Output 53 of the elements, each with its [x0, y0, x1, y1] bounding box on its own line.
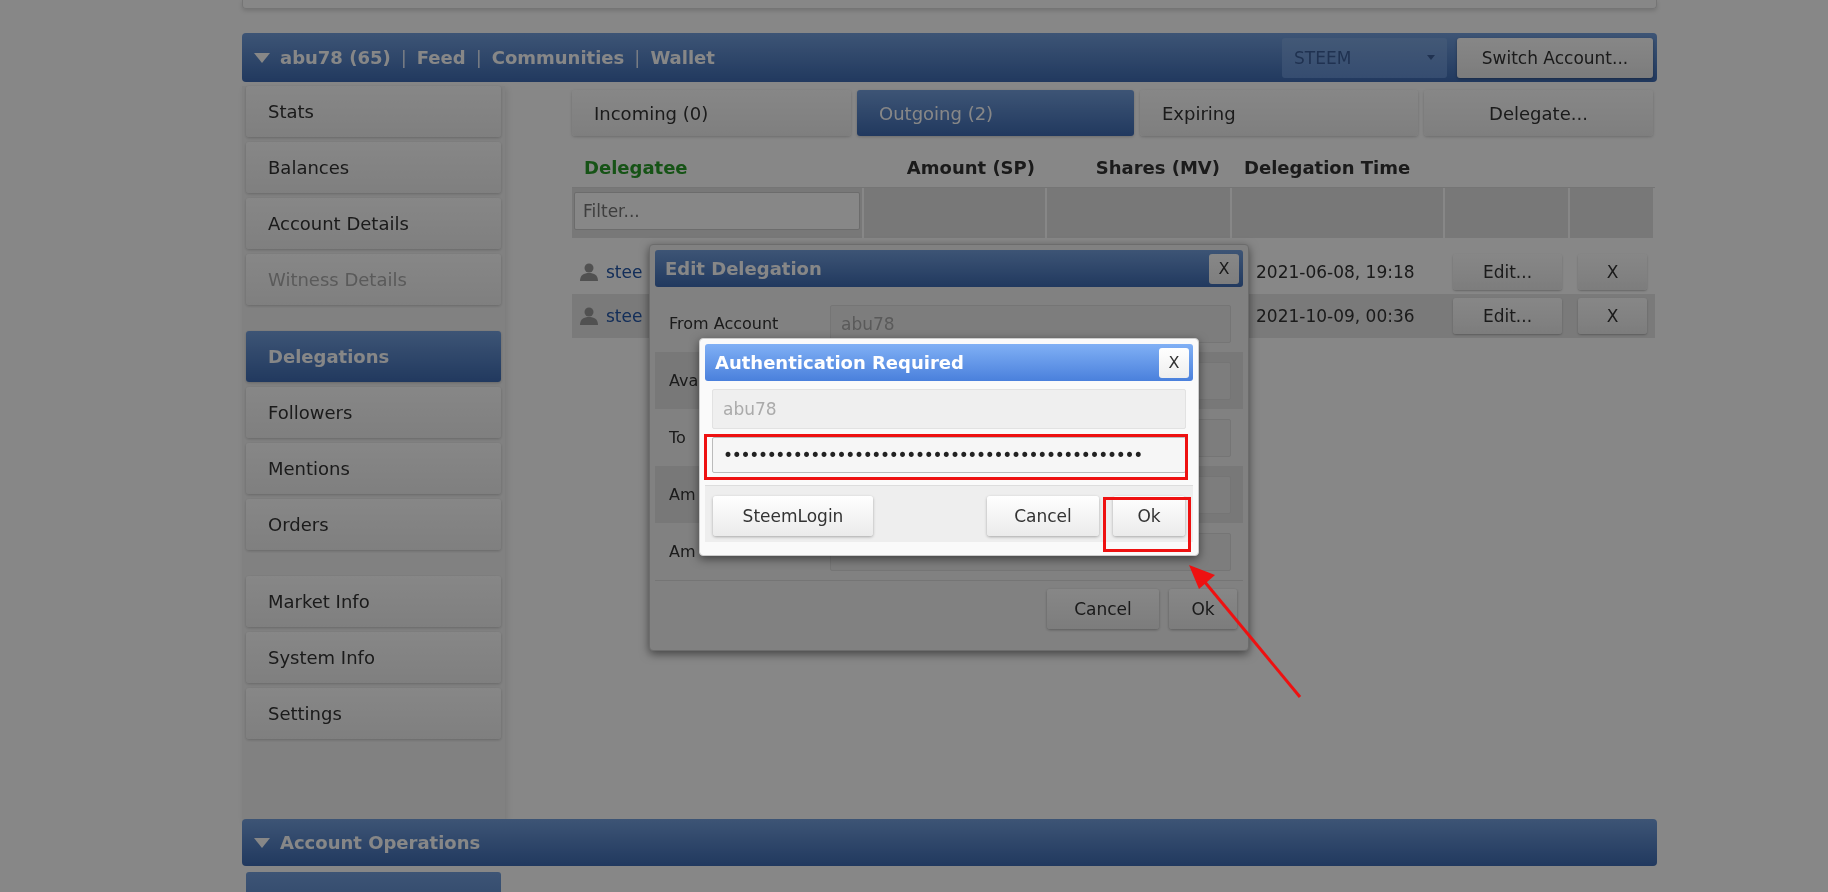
section-header[interactable]: Account Operations	[242, 819, 1657, 866]
triangle-icon	[254, 52, 270, 63]
delegatee-link[interactable]: stee	[606, 306, 643, 326]
delegate-button[interactable]: Delegate...	[1424, 90, 1653, 136]
sidebar-item[interactable]: Balances	[246, 142, 501, 193]
filter-field[interactable]: Filter...	[574, 192, 860, 230]
tab[interactable]: Expiring	[1140, 90, 1418, 136]
dialog-title: Authentication Required	[715, 352, 964, 373]
triangle-icon	[254, 837, 270, 848]
steemlogin-button[interactable]: SteemLogin	[713, 496, 873, 536]
sidebar-item[interactable]: Orders	[246, 499, 501, 550]
close-button[interactable]: X	[1209, 253, 1239, 284]
sidebar-item[interactable]: Followers	[246, 387, 501, 438]
separator: |	[475, 47, 482, 68]
field-label: Ava	[669, 371, 699, 390]
delegatee-link[interactable]: stee	[606, 262, 643, 282]
user-icon	[580, 263, 598, 281]
close-button[interactable]: X	[1159, 347, 1189, 378]
dialog-button[interactable]: Cancel	[987, 496, 1099, 536]
separator: |	[400, 47, 407, 68]
password-field[interactable]: ••••••••••••••••••••••••••••••••••••••••••••••••	[712, 437, 1186, 473]
dialog-title: Edit Delegation	[665, 258, 822, 279]
nav-link[interactable]: Communities	[491, 47, 625, 68]
dialog-button[interactable]: Cancel	[1047, 589, 1159, 629]
nav-link[interactable]: Wallet	[650, 47, 715, 68]
delegation-time: 2021-10-09, 00:36	[1256, 306, 1415, 326]
field-label: From Account	[669, 314, 779, 333]
user-icon	[580, 307, 598, 325]
sidebar-item[interactable]: Market Info	[246, 576, 501, 627]
field-label: Am	[669, 542, 696, 561]
separator: |	[634, 47, 641, 68]
sidebar-item[interactable]: Mentions	[246, 443, 501, 494]
nav-link[interactable]: Feed	[416, 47, 466, 68]
tab[interactable]: Incoming (0)	[572, 90, 851, 136]
field-label: Am	[669, 485, 696, 504]
field-label: To	[669, 428, 686, 447]
sidebar-item[interactable]: Settings	[246, 688, 501, 739]
sidebar-item[interactable]: Delegations	[246, 331, 501, 382]
switch-account-button[interactable]: Switch Account...	[1457, 37, 1653, 78]
sidebar-item[interactable]: System Info	[246, 632, 501, 683]
remove-button[interactable]: X	[1578, 298, 1647, 334]
sidebar-item[interactable]: Stats	[246, 86, 501, 137]
caret-icon	[1427, 55, 1435, 60]
section-title: Account Operations	[280, 832, 481, 853]
dialog-button[interactable]: Ok	[1113, 496, 1185, 536]
dialog-button[interactable]: Ok	[1169, 589, 1237, 629]
nav-link[interactable]: abu78 (65)	[280, 47, 391, 68]
sidebar-item[interactable]: Account Details	[246, 198, 501, 249]
delegation-time: 2021-06-08, 19:18	[1256, 262, 1415, 282]
tab[interactable]: Outgoing (2)	[857, 90, 1134, 136]
edit-button[interactable]: Edit...	[1453, 254, 1562, 290]
edit-button[interactable]: Edit...	[1453, 298, 1562, 334]
remove-button[interactable]: X	[1578, 254, 1647, 290]
